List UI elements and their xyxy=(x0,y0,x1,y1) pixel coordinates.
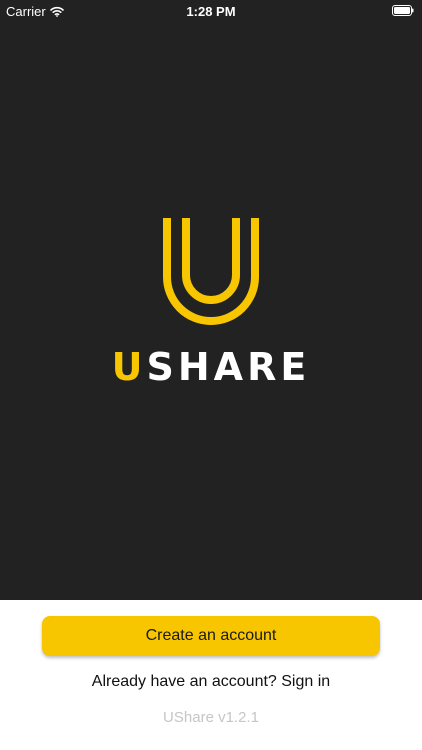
app-version-label: UShare v1.2.1 xyxy=(163,709,259,726)
ushare-u-logo-icon xyxy=(163,218,259,325)
create-account-button[interactable]: Create an account xyxy=(42,616,380,656)
wordmark-rest: SHARE xyxy=(146,345,311,389)
brand-logo: USHARE xyxy=(0,215,422,395)
sign-in-link[interactable]: Already have an account? Sign in xyxy=(0,673,422,691)
brand-wordmark: USHARE xyxy=(0,345,422,389)
status-bar: Carrier 1:28 PM xyxy=(0,0,422,22)
status-time: 1:28 PM xyxy=(186,4,236,19)
wordmark-accent-letter: U xyxy=(111,345,147,389)
splash-screen: Carrier 1:28 PM USHARE Create an account… xyxy=(0,0,422,750)
battery-icon xyxy=(392,5,414,16)
